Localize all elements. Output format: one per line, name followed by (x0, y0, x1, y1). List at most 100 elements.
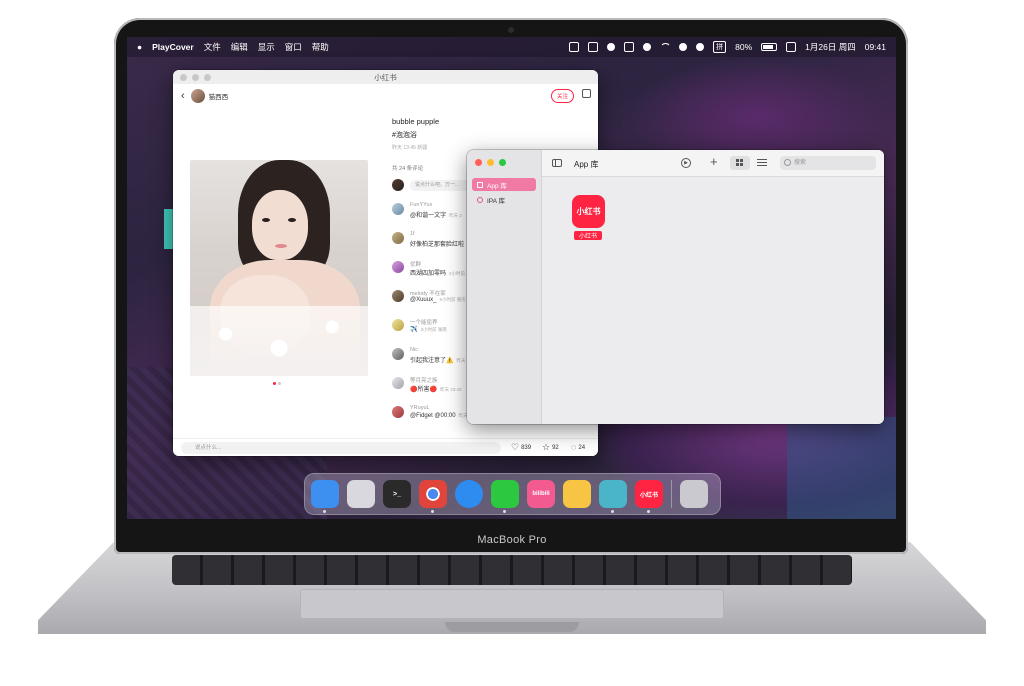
finder-icon[interactable] (311, 480, 339, 513)
input-method-icon[interactable]: 拼 (713, 41, 727, 53)
comment-body: 引起我注意了⚠️ (410, 358, 454, 364)
status-sparkle-icon[interactable] (607, 43, 616, 51)
bilibili-text: bilibili (532, 491, 550, 497)
safari-icon[interactable] (455, 480, 483, 508)
status-bookmark-icon[interactable] (624, 42, 635, 52)
comment-text: 引起我注意了⚠️ 昨天 (410, 355, 465, 364)
playcover-window: App 库 IPA 库 App 库 ▶ + 搜索 小红书 小红书 (467, 150, 884, 424)
running-indicator (611, 510, 614, 513)
post-time: 昨天 13:45 新疆 (392, 145, 428, 151)
menu-window[interactable]: 窗口 (285, 41, 302, 53)
image-detail (275, 244, 287, 248)
comment-button[interactable]: ◌ 24 (571, 443, 585, 452)
share-icon[interactable] (582, 89, 591, 98)
comment-author[interactable]: FunYYux (410, 202, 432, 208)
comment-meta: 3小时前 湖南 (420, 327, 447, 332)
follow-button[interactable]: 关注 (550, 89, 574, 103)
xiaohongshu-icon[interactable]: 小红书 (635, 480, 663, 513)
terminal-glyph: >_ (393, 490, 401, 498)
terminal-icon[interactable]: >_ (383, 480, 411, 508)
sidebar-item-ipa-library[interactable]: IPA 库 (472, 193, 536, 206)
desktop-screen: ● PlayCover 文件 编辑 显示 窗口 帮助 拼 80% 1月26日 周… (127, 37, 896, 519)
menu-edit[interactable]: 编辑 (231, 41, 248, 53)
app-tile-xiaohongshu[interactable]: 小红书 小红书 (572, 195, 608, 240)
search-input[interactable]: 搜索 (780, 156, 876, 170)
post-tag[interactable]: #泡泡浴 (392, 130, 417, 140)
comment-author[interactable]: melody 不在家 (410, 289, 446, 297)
heart-icon: ♡ (511, 442, 520, 452)
avatar[interactable] (392, 377, 404, 389)
play-icon[interactable]: ▶ (681, 158, 691, 168)
battery-icon[interactable] (761, 43, 778, 51)
menu-view[interactable]: 显示 (258, 41, 275, 53)
list-view-button[interactable] (757, 159, 767, 167)
add-button[interactable]: + (710, 154, 718, 169)
comment-author[interactable]: 1f (410, 231, 415, 237)
menu-app-name[interactable]: PlayCover (152, 42, 194, 52)
image-detail (262, 218, 270, 222)
siri-icon[interactable] (696, 43, 705, 51)
comment-author[interactable]: YRuyuL (410, 405, 430, 411)
wallpaper-art (787, 417, 896, 519)
reply-input[interactable]: 说点什么... (181, 442, 501, 454)
avatar[interactable] (392, 232, 404, 244)
avatar[interactable] (392, 261, 404, 273)
carousel-indicator[interactable] (273, 382, 281, 385)
post-image[interactable] (190, 160, 368, 376)
keyboard (172, 555, 852, 585)
spotlight-icon[interactable] (679, 43, 688, 51)
menu-time[interactable]: 09:41 (865, 42, 886, 52)
menu-help[interactable]: 帮助 (312, 41, 329, 53)
launchpad-icon[interactable] (347, 480, 375, 508)
comment-author[interactable]: 一个能屈界 (410, 318, 438, 326)
status-wechat-icon[interactable] (643, 43, 652, 51)
dock: >_ bilibili 小红书 (304, 473, 721, 515)
author-name[interactable]: 猫西西 (209, 91, 229, 101)
trash-icon[interactable] (680, 480, 708, 508)
window-titlebar[interactable]: 小红书 (173, 70, 598, 84)
sketch-icon[interactable] (563, 480, 591, 508)
avatar[interactable] (392, 203, 404, 215)
comment-body: 西湖四加零吗 (410, 271, 447, 277)
bilibili-icon[interactable]: bilibili (527, 480, 555, 508)
like-button[interactable]: ♡ 839 (511, 443, 531, 452)
playcover-icon[interactable] (599, 480, 627, 513)
back-icon[interactable]: ‹ (181, 90, 185, 102)
status-clipboard-icon[interactable] (588, 42, 599, 52)
wifi-icon[interactable] (660, 42, 672, 52)
author-row: ‹ 猫西西 关注 (173, 84, 598, 108)
chrome-icon[interactable] (419, 480, 447, 513)
chat-icon: ◌ (571, 442, 577, 452)
battery-percent: 80% (735, 42, 753, 52)
menu-date[interactable]: 1月26日 周四 (805, 41, 856, 53)
grid-view-button[interactable] (730, 156, 750, 170)
avatar[interactable] (392, 290, 404, 302)
sidebar-toggle-icon[interactable] (552, 159, 562, 167)
avatar[interactable] (392, 319, 404, 331)
control-center-icon[interactable] (786, 42, 797, 52)
comment-text: @Fidget @00:00 昨天 (410, 413, 468, 419)
sidebar-item-app-library[interactable]: App 库 (472, 178, 536, 191)
menu-file[interactable]: 文件 (204, 41, 221, 53)
collect-button[interactable]: ☆ 92 (542, 443, 559, 452)
status-app-icon[interactable] (569, 42, 580, 52)
carousel-dot[interactable] (273, 382, 276, 385)
comment-author[interactable]: 等月亮之族 (410, 376, 438, 384)
avatar[interactable] (392, 406, 404, 418)
window-title: 小红书 (374, 72, 397, 82)
xiaohongshu-icon[interactable]: 小红书 (572, 195, 605, 228)
avatar[interactable] (190, 89, 205, 103)
close-button[interactable] (475, 159, 482, 166)
comment-author[interactable]: Nic (410, 347, 418, 353)
zoom-button[interactable] (499, 159, 506, 166)
post-title: bubble pupple (392, 117, 440, 126)
wechat-icon[interactable] (491, 480, 519, 513)
main-content: App 库 ▶ + 搜索 小红书 小红书 (542, 150, 884, 424)
carousel-dot[interactable] (278, 382, 281, 385)
comment-text: 🔴所害🔴 昨天 23:43 (410, 384, 461, 393)
apple-icon[interactable]: ● (137, 42, 142, 52)
circle-icon (477, 196, 483, 203)
comment-author[interactable]: 优群 (410, 260, 421, 268)
minimize-button[interactable] (487, 159, 494, 166)
avatar[interactable] (392, 348, 404, 360)
